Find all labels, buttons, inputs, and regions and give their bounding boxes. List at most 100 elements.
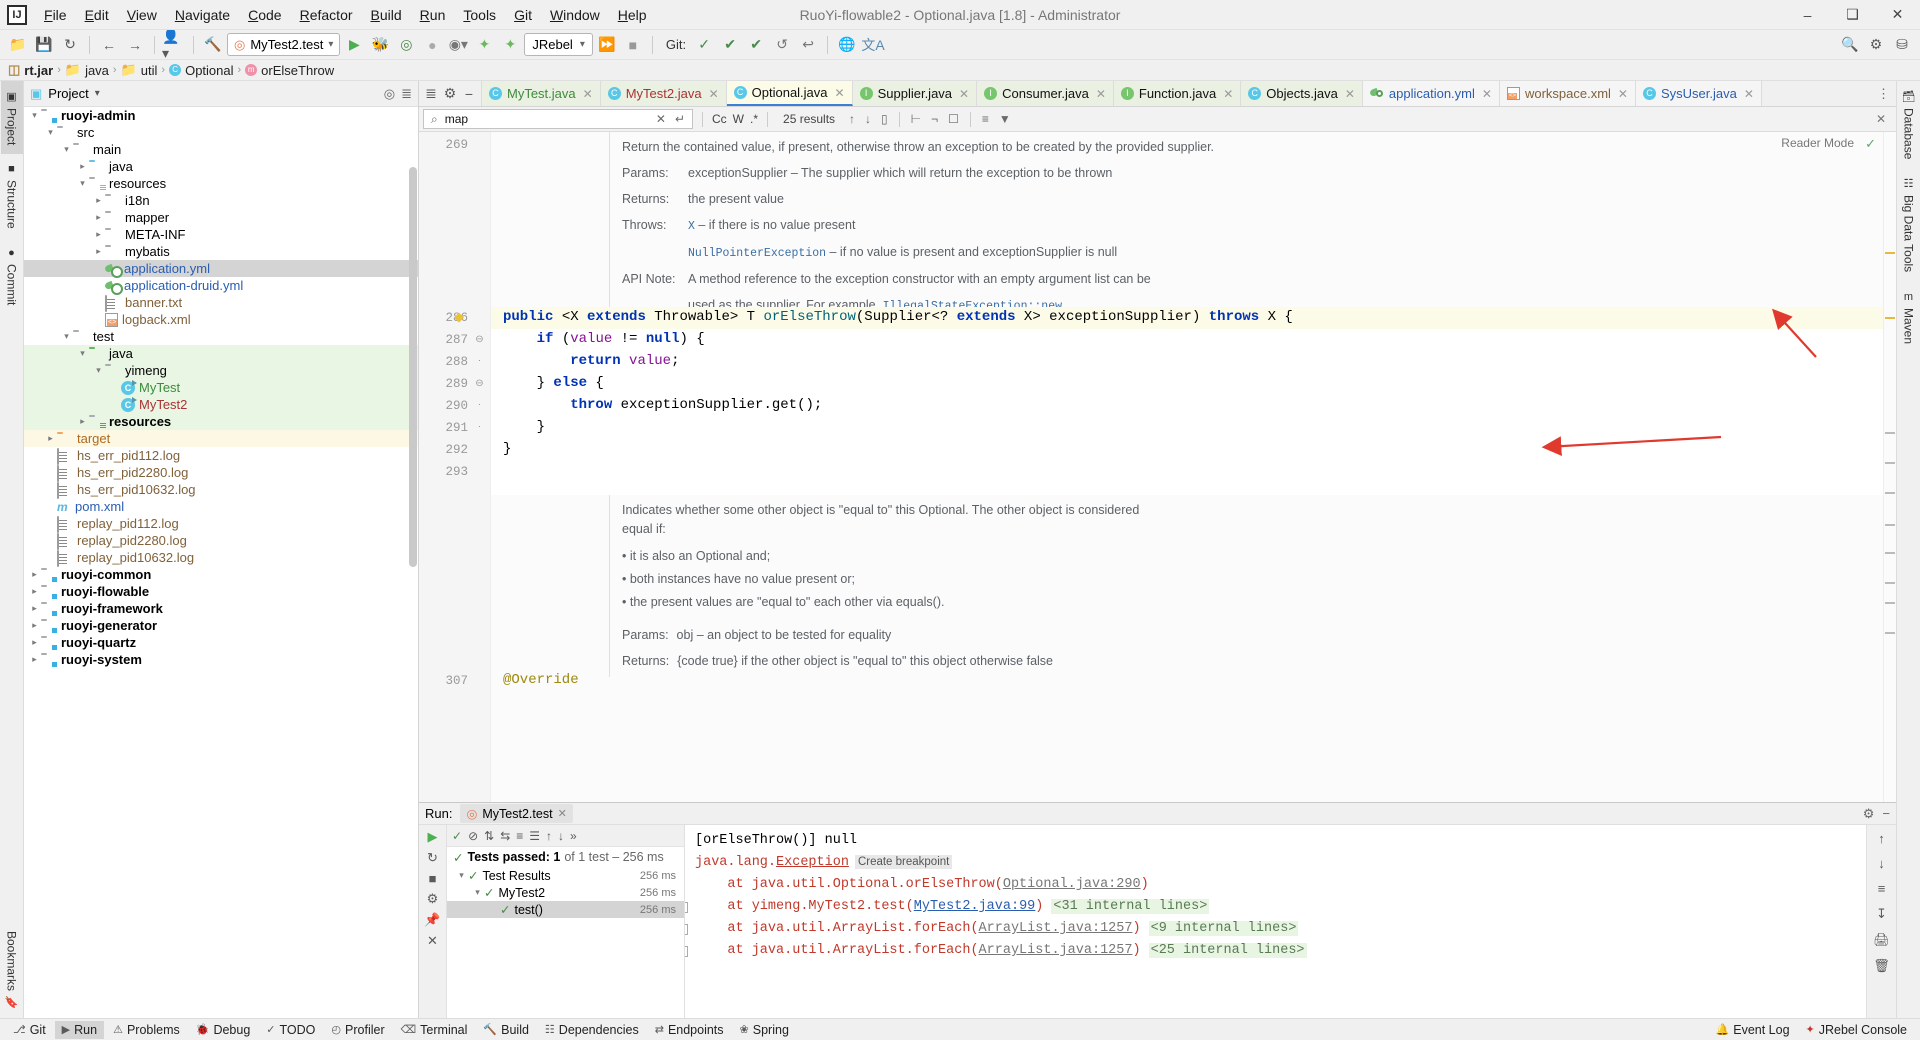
editor-tab-function-java[interactable]: I Function.java ✕	[1113, 81, 1242, 106]
tree-node-replay_pid112-log[interactable]: replay_pid112.log	[24, 515, 418, 533]
tree-toggle-icon[interactable]: ▸	[28, 569, 41, 580]
tree-toggle-icon[interactable]: ▾	[44, 127, 57, 138]
scroll-down-icon[interactable]: ↓	[1878, 856, 1885, 871]
reader-mode-label[interactable]: Reader Mode	[1781, 136, 1854, 150]
minimize-button[interactable]: –	[1785, 0, 1830, 30]
tree-node-ruoyi-admin[interactable]: ▾ ruoyi-admin	[24, 107, 418, 124]
fold-marker[interactable]: ⊖	[475, 335, 484, 345]
rerun-failed-icon[interactable]: ↻	[427, 850, 438, 866]
editor-tab-application-yml[interactable]: application.yml ✕	[1362, 81, 1500, 106]
collapse-all-icon[interactable]: ☰	[529, 829, 540, 843]
more-icon[interactable]: »	[570, 829, 577, 843]
tool-window-button-git[interactable]: ⎇ Git	[6, 1021, 53, 1039]
tree-toggle-icon[interactable]: ▸	[92, 246, 105, 257]
test-node-test--[interactable]: ✓ test() 256 ms	[447, 901, 684, 918]
crosshair-icon[interactable]: ◎	[384, 86, 395, 102]
sidebar-item-project[interactable]: ▣ Project	[0, 81, 23, 155]
show-ignored-icon[interactable]: ⊘	[468, 829, 478, 843]
editor-gutter[interactable]: 286 287 ⊖ 288 ⋅ 289 ⊖ 290 ⋅ 291 ⋅ 292 293 ◆ 269 307	[419, 132, 491, 802]
tree-node-java[interactable]: ▾ java	[24, 345, 418, 362]
tree-toggle-icon[interactable]: ▸	[28, 620, 41, 631]
next-match-icon[interactable]: ↓	[863, 112, 873, 126]
tool-window-button-endpoints[interactable]: ⇄ Endpoints	[648, 1021, 731, 1039]
tree-toggle-icon[interactable]: ▾	[76, 348, 89, 359]
tree-node-ruoyi-system[interactable]: ▸ ruoyi-system	[24, 651, 418, 668]
tree-toggle-icon[interactable]: ▾	[471, 887, 484, 898]
inspection-ok-icon[interactable]: ✓	[1865, 136, 1876, 152]
git-commit-icon[interactable]: ✔	[718, 33, 742, 57]
search-input[interactable]: ⌕ map ✕ ↵	[423, 109, 693, 129]
tool-window-button-run[interactable]: ▶ Run	[54, 1020, 105, 1039]
settings-icon[interactable]: ⚙	[441, 84, 459, 104]
sidebar-item-maven[interactable]: m Maven	[1898, 282, 1920, 353]
attach-process-icon[interactable]: ⏩	[595, 33, 619, 57]
expand-frames-icon[interactable]: +	[685, 946, 688, 957]
soft-wrap-icon[interactable]: ≡	[1878, 881, 1886, 896]
code-line-290[interactable]: throw exceptionSupplier.get();	[503, 397, 822, 413]
menu-edit[interactable]: Edit	[76, 2, 118, 28]
expand-all-icon[interactable]: ≡	[516, 829, 523, 843]
fold-marker[interactable]: ⋅	[475, 357, 484, 367]
close-search-icon[interactable]: ✕	[1876, 112, 1892, 126]
print-icon[interactable]: 🖨	[1873, 932, 1890, 948]
stop-icon[interactable]: ■	[621, 33, 645, 57]
collapse-icon[interactable]: ≣	[422, 84, 440, 104]
tree-node-ruoyi-generator[interactable]: ▸ ruoyi-generator	[24, 617, 418, 634]
tool-window-button-problems[interactable]: ⚠ Problems	[106, 1021, 187, 1039]
tree-node-src[interactable]: ▾ src	[24, 124, 418, 141]
error-marker[interactable]	[1885, 317, 1895, 319]
tool-window-button-profiler[interactable]: ◴ Profiler	[324, 1021, 391, 1039]
hide-icon[interactable]: −	[460, 84, 478, 104]
console-line[interactable]: at java.util.Optional.orElseThrow(Option…	[695, 877, 1148, 892]
breadcrumb-item-util[interactable]: 📁 util	[121, 62, 158, 78]
stacktrace-link[interactable]: MyTest2.java:99	[914, 899, 1036, 914]
tree-toggle-icon[interactable]: ▸	[28, 654, 41, 665]
tree-toggle-icon[interactable]: ▾	[76, 178, 89, 189]
tree-node-main[interactable]: ▾ main	[24, 141, 418, 158]
create-breakpoint-badge[interactable]: Create breakpoint	[854, 855, 953, 869]
tree-toggle-icon[interactable]: ▾	[60, 144, 73, 155]
breadcrumb-item-java[interactable]: 📁 java	[65, 62, 109, 78]
run-tab[interactable]: ◎ MyTest2.test ✕	[460, 804, 573, 823]
tree-node-resources[interactable]: ▾ resources	[24, 175, 418, 192]
tree-node-replay_pid2280-log[interactable]: replay_pid2280.log	[24, 532, 418, 550]
user-icon[interactable]: 👤▾	[162, 28, 186, 61]
select-all-icon[interactable]: ▯	[879, 112, 890, 126]
sidebar-item-structure[interactable]: ■ Structure	[1, 154, 23, 238]
fold-marker[interactable]: ⊖	[475, 379, 484, 389]
tree-toggle-icon[interactable]: ▸	[28, 586, 41, 597]
close-tab-icon[interactable]: ✕	[1096, 87, 1106, 101]
clear-icon[interactable]: ✕	[654, 112, 668, 126]
git-push-icon[interactable]: ✔	[744, 33, 768, 57]
error-marker[interactable]	[1885, 432, 1895, 434]
internal-lines-fold[interactable]: <9 internal lines>	[1148, 921, 1299, 936]
console-line[interactable]: at java.util.ArrayList.forEach(ArrayList…	[685, 943, 1307, 958]
translate-icon[interactable]: 文A	[861, 33, 885, 57]
hammer-icon[interactable]: 🔨	[201, 33, 225, 57]
back-icon[interactable]: ←	[97, 33, 121, 57]
menu-view[interactable]: View	[118, 2, 166, 28]
match-case-toggle[interactable]: Cc	[712, 112, 727, 126]
run-configuration-selector[interactable]: ◎ MyTest2.test ▾	[227, 33, 341, 56]
tree-toggle-icon[interactable]: ▸	[28, 603, 41, 614]
tree-toggle-icon[interactable]: ▾	[28, 110, 41, 121]
menu-git[interactable]: Git	[505, 2, 541, 28]
error-marker[interactable]	[1885, 462, 1895, 464]
run-console[interactable]: [orElseThrow()] null java.lang.Exception C…	[685, 825, 1866, 1018]
editor-tab-consumer-java[interactable]: I Consumer.java ✕	[977, 81, 1114, 106]
run-icon[interactable]: ▶	[342, 33, 366, 57]
jrebel-selector[interactable]: JRebel ▾	[524, 33, 593, 56]
test-results-tree[interactable]: ✓ ⊘ ⇅ ⇆ ≡ ☰ ↑ ↓ » ✓ Tests passed: 1 of 1…	[447, 825, 685, 1018]
stretch-icon[interactable]: ⛁	[1890, 33, 1914, 57]
close-tab-icon[interactable]: ✕	[1223, 87, 1233, 101]
tree-node-i18n[interactable]: ▸ i18n	[24, 192, 418, 209]
editor-tab-objects-java[interactable]: C Objects.java ✕	[1241, 81, 1363, 106]
close-tab-icon[interactable]: ✕	[583, 87, 593, 101]
tree-toggle-icon[interactable]: ▾	[455, 870, 468, 881]
tree-toggle-icon[interactable]: ▸	[44, 433, 57, 444]
breadcrumb-item-optional[interactable]: C Optional	[169, 63, 234, 78]
tree-node-hs_err_pid10632-log[interactable]: hs_err_pid10632.log	[24, 481, 418, 499]
code-line-287[interactable]: if (value != null) {	[503, 331, 705, 347]
sidebar-item-bookmarks[interactable]: Bookmarks 🔖	[1, 922, 23, 1018]
tree-node-mybatis[interactable]: ▸ mybatis	[24, 243, 418, 260]
